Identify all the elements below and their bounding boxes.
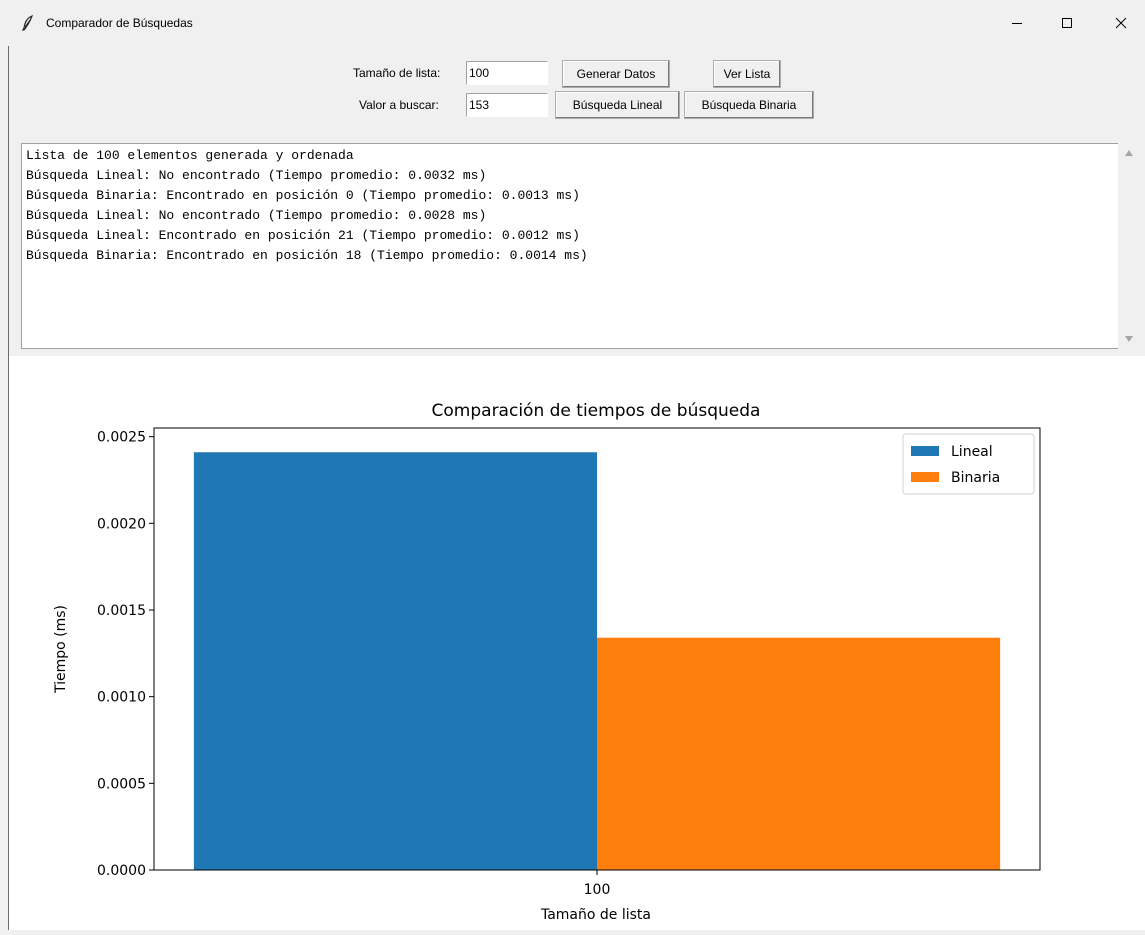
log-line: Búsqueda Lineal: No encontrado (Tiempo p… — [26, 168, 487, 183]
legend-swatch — [911, 472, 939, 482]
x-axis-label: Tamaño de lista — [540, 907, 651, 923]
title-bar[interactable]: Comparador de Búsquedas — [0, 0, 1145, 46]
y-tick-label: 0.0025 — [97, 430, 146, 446]
log-line: Búsqueda Lineal: Encontrado en posición … — [26, 228, 580, 243]
log-line: Lista de 100 elementos generada y ordena… — [26, 148, 354, 163]
log-line: Búsqueda Binaria: Encontrado en posición… — [26, 188, 580, 203]
bar-lineal — [193, 452, 597, 870]
chart-legend: Lineal Binaria — [902, 433, 1035, 495]
close-button[interactable] — [1098, 0, 1144, 46]
close-icon — [1115, 17, 1127, 29]
list-size-label: Tamaño de lista: — [353, 66, 441, 80]
y-tick-label: 0.0005 — [97, 776, 146, 792]
results-log[interactable]: Lista de 100 elementos generada y ordena… — [21, 143, 1118, 349]
y-tick-label: 0.0010 — [97, 690, 146, 706]
legend-label: Binaria — [951, 470, 1000, 486]
feather-icon — [21, 14, 34, 36]
linear-search-button[interactable]: Búsqueda Lineal — [555, 91, 680, 119]
binary-search-button[interactable]: Búsqueda Binaria — [684, 91, 814, 119]
controls-panel: Tamaño de lista: Generar Datos Ver Lista… — [0, 46, 1145, 136]
legend-label: Lineal — [951, 444, 993, 460]
maximize-icon — [1062, 18, 1072, 28]
search-value-label: Valor a buscar: — [359, 98, 439, 112]
legend-swatch — [911, 446, 939, 456]
y-tick-label: 0.0000 — [97, 863, 146, 879]
bar-binaria — [597, 637, 1001, 870]
log-scrollbar[interactable] — [1118, 143, 1140, 349]
bar-chart: Comparación de tiempos de búsqueda 0.000… — [53, 401, 1041, 923]
scroll-up-icon[interactable] — [1124, 149, 1134, 157]
x-tick-label: 100 — [584, 882, 611, 898]
search-value-input[interactable] — [466, 93, 548, 117]
log-line: Búsqueda Lineal: No encontrado (Tiempo p… — [26, 208, 487, 223]
view-list-button[interactable]: Ver Lista — [713, 60, 781, 88]
chart-area: Comparación de tiempos de búsqueda 0.000… — [9, 356, 1145, 930]
y-tick-label: 0.0015 — [97, 603, 146, 619]
generate-data-button[interactable]: Generar Datos — [562, 60, 670, 88]
minimize-icon — [1012, 23, 1022, 24]
minimize-button[interactable] — [994, 0, 1040, 46]
list-size-input[interactable] — [466, 61, 548, 85]
y-axis-label: Tiempo (ms) — [53, 605, 69, 694]
scroll-down-icon[interactable] — [1124, 335, 1134, 343]
window-title: Comparador de Búsquedas — [46, 16, 193, 30]
chart-title: Comparación de tiempos de búsqueda — [432, 401, 761, 421]
log-line: Búsqueda Binaria: Encontrado en posición… — [26, 248, 588, 263]
y-tick-label: 0.0020 — [97, 516, 146, 532]
maximize-button[interactable] — [1044, 0, 1090, 46]
